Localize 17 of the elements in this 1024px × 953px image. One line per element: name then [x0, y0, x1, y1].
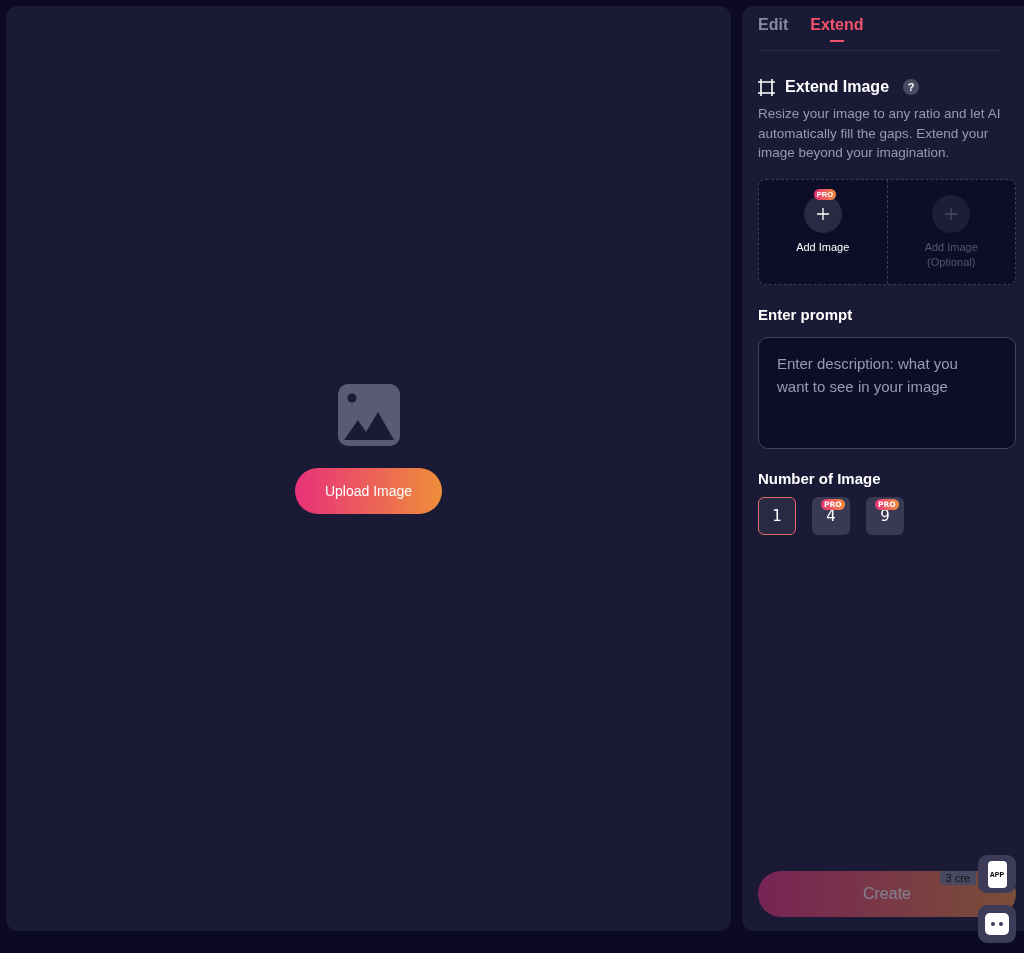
section-title: Extend Image [785, 78, 890, 96]
chat-bot-button[interactable] [978, 905, 1016, 943]
plus-icon [945, 207, 958, 220]
prompt-field[interactable]: Enter description: what you want to see in your image [758, 336, 1016, 449]
help-icon[interactable]: ? [903, 79, 920, 95]
tab[interactable]: Edit [758, 16, 789, 42]
upload-image-button[interactable]: Upload Image [295, 467, 442, 514]
section-description: Resize your image to any ratio and let AI automatically fill the gaps. Extend your image beyond your imagination. [758, 105, 1002, 162]
image-placeholder-icon [337, 383, 400, 446]
tab[interactable]: Extend [810, 16, 864, 42]
number-of-image-label: Number of Image [758, 469, 882, 487]
chat-bot-icon [985, 913, 1009, 935]
crop-frame-icon [758, 78, 775, 96]
prompt-label: Enter prompt [758, 305, 854, 323]
plus-icon [816, 207, 829, 220]
count-option[interactable]: 1 [758, 496, 796, 535]
credits-badge: 3 cre [939, 871, 976, 885]
